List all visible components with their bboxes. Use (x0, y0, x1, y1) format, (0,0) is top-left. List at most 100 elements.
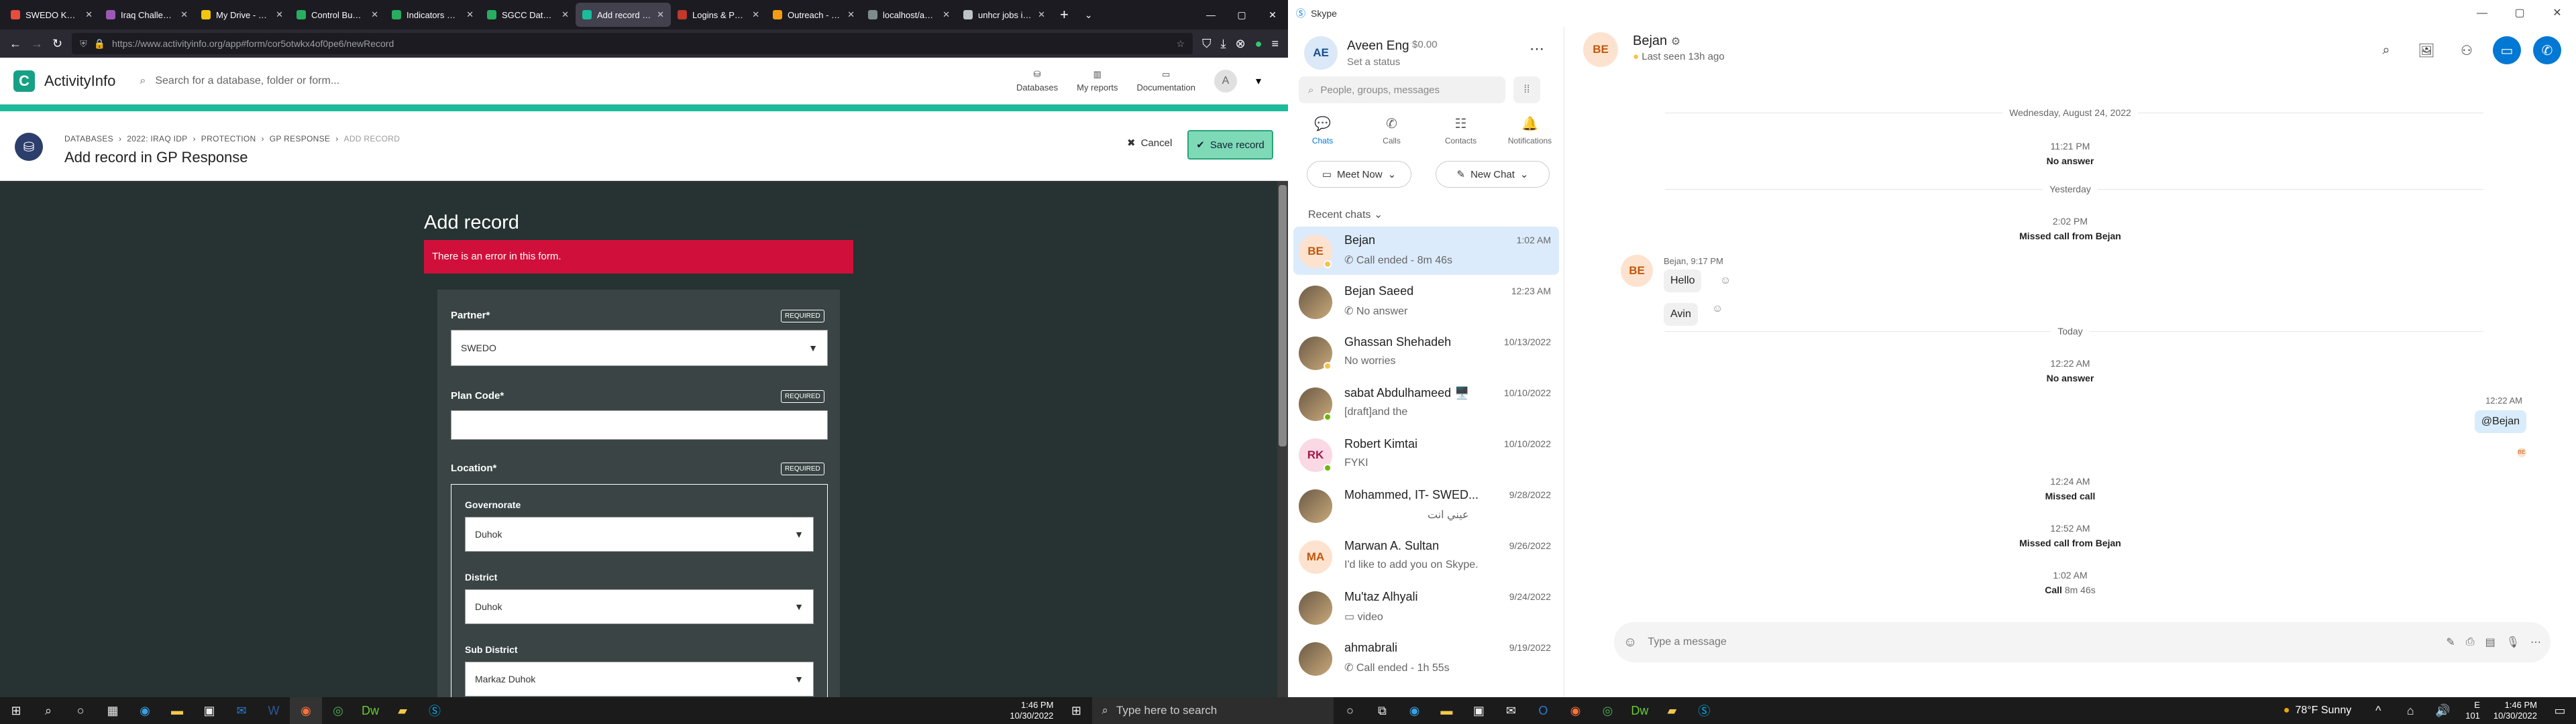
menu-icon[interactable]: ≡ (1271, 37, 1279, 51)
chat-item[interactable]: MA Marwan A. Sultan I'd like to add you … (1293, 532, 1559, 581)
extension-green-icon[interactable]: ● (1255, 37, 1263, 51)
calendar-app-icon[interactable]: ▣ (1462, 697, 1495, 724)
message-input[interactable]: Type a message (1648, 636, 2435, 648)
file-explorer-icon[interactable]: ▬ (1430, 697, 1462, 724)
browser-tab[interactable]: SGCC Database✕ (480, 3, 576, 27)
browser-tab[interactable]: unhcr jobs iraq ✕ (957, 3, 1052, 27)
browser-tab[interactable]: Indicators Plan ✕ (385, 3, 480, 27)
clock-left[interactable]: 1:46 PM 10/30/2022 (1003, 700, 1060, 721)
browser-tab[interactable]: Iraq Challenges✕ (99, 3, 195, 27)
weather-widget[interactable]: ● 78°F Sunny (2273, 705, 2362, 717)
file-explorer-icon[interactable]: ▬ (161, 697, 193, 724)
notification-icon[interactable]: ▭ (2544, 697, 2576, 724)
address-bar[interactable]: ⛨ 🔒 https://www.activityinfo.org/app#for… (72, 33, 1193, 54)
chrome-icon[interactable]: ◎ (1591, 697, 1623, 724)
close-icon[interactable]: ✕ (466, 9, 474, 20)
browser-tab[interactable]: Control Budget ✕ (290, 3, 385, 27)
calendar-app-icon[interactable]: ▣ (193, 697, 225, 724)
tab-calls[interactable]: ✆ Calls (1357, 115, 1426, 157)
word-icon[interactable]: W (258, 697, 290, 724)
dreamweaver-icon[interactable]: Dw (354, 697, 386, 724)
partner-select[interactable]: SWEDO ▼ (451, 330, 828, 366)
meet-now-button[interactable]: ▭ Meet Now ⌄ (1307, 161, 1411, 188)
bookmark-star-icon[interactable]: ☆ (1176, 38, 1185, 50)
firefox-icon[interactable]: ◉ (1559, 697, 1591, 724)
maximize-icon[interactable]: ▢ (2501, 0, 2538, 27)
breadcrumb-form[interactable]: GP RESPONSE (270, 134, 330, 143)
task-view-icon[interactable]: ⧉ (1366, 697, 1398, 724)
chat-item[interactable]: sabat Abdulhameed 🖥️ [draft]and the 10/1… (1293, 379, 1559, 428)
chat-item[interactable]: BE Bejan ✆ Call ended - 8m 46s 1:02 AM (1293, 227, 1559, 275)
tab-contacts[interactable]: ☷ Contacts (1426, 115, 1495, 157)
dialpad-button[interactable]: ⁞⁞ (1513, 76, 1540, 103)
breadcrumb-database[interactable]: 2022: IRAQ IDP (127, 134, 187, 143)
contact-name[interactable]: Bejan ⚙ (1633, 34, 1680, 49)
tab-chats[interactable]: 💬 Chats (1288, 115, 1357, 157)
back-icon[interactable]: ← (9, 37, 21, 51)
video-call-button[interactable]: ▭ (2493, 36, 2521, 64)
app-search[interactable]: ⌕ Search for a database, folder or form.… (140, 75, 945, 87)
search-input[interactable]: Search for a database, folder or form... (155, 75, 339, 87)
volume-icon[interactable]: 🔊 (2426, 697, 2459, 724)
recent-chats-header[interactable]: Recent chats ⌄ (1308, 208, 1383, 221)
new-tab-icon[interactable]: + (1052, 6, 1077, 23)
set-status-link[interactable]: Set a status (1347, 56, 1400, 68)
tray-chevron-icon[interactable]: ^ (2362, 697, 2394, 724)
skype-icon[interactable]: Ⓢ (419, 697, 451, 724)
message-bubble[interactable]: Avin (1664, 303, 1698, 326)
format-icon[interactable]: ✎ (2446, 636, 2455, 649)
reload-icon[interactable]: ↻ (52, 37, 62, 51)
network-icon[interactable]: ⌂ (2394, 697, 2426, 724)
plan-code-input[interactable] (451, 410, 828, 440)
dreamweaver-icon[interactable]: Dw (1623, 697, 1656, 724)
people-search[interactable]: ⌕ People, groups, messages (1299, 76, 1505, 103)
minimize-icon[interactable]: — (1195, 9, 1226, 20)
task-view-icon[interactable]: ○ (64, 697, 97, 724)
extension-icon[interactable]: ⊗ (1236, 37, 1246, 51)
cortana-icon[interactable]: ○ (1334, 697, 1366, 724)
close-icon[interactable]: ✕ (276, 9, 283, 20)
chrome-icon[interactable]: ◎ (322, 697, 354, 724)
activityinfo-logo[interactable]: C (13, 70, 35, 92)
user-avatar[interactable]: AE (1304, 36, 1338, 70)
close-icon[interactable]: ✕ (371, 9, 378, 20)
subdistrict-select[interactable]: Markaz Duhok ▼ (465, 662, 814, 697)
taskbar-search[interactable]: ⌕ Type here to search (1092, 697, 1334, 724)
close-icon[interactable]: ✕ (752, 9, 759, 20)
maximize-icon[interactable]: ▢ (1226, 9, 1257, 21)
forward-icon[interactable]: → (31, 37, 43, 51)
chat-item[interactable]: Bejan Saeed ✆ No answer 12:23 AM (1293, 278, 1559, 326)
nav-documentation[interactable]: ▭ Documentation (1137, 69, 1195, 93)
search-icon[interactable]: ⌕ (2372, 36, 2400, 64)
close-icon[interactable]: ✕ (847, 9, 855, 20)
close-icon[interactable]: ✕ (85, 9, 93, 20)
save-record-button[interactable]: ✔ Save record (1187, 130, 1273, 160)
browser-tab[interactable]: localhost/activityin✕ (861, 3, 957, 27)
scrollbar-thumb[interactable] (1279, 185, 1287, 446)
browser-tab[interactable]: Logins & Passw✕ (671, 3, 766, 27)
attach-file-icon[interactable]: ⎙ (2466, 636, 2475, 648)
district-select[interactable]: Duhok ▼ (465, 589, 814, 624)
close-icon[interactable]: ✕ (943, 9, 950, 20)
emoji-icon[interactable]: ☺ (1623, 635, 1637, 650)
mail-icon[interactable]: ✉ (1495, 697, 1527, 724)
user-name[interactable]: Aveen Eng (1347, 39, 1409, 54)
contact-avatar[interactable]: BE (1583, 32, 1618, 67)
breadcrumb-folder[interactable]: PROTECTION (201, 134, 256, 143)
close-icon[interactable]: ✕ (180, 9, 188, 20)
language-indicator[interactable]: E 101 (2459, 700, 2487, 721)
chat-item[interactable]: ahmabrali ✆ Call ended - 1h 55s 9/19/202… (1293, 634, 1559, 682)
close-window-icon[interactable]: ✕ (1257, 9, 1288, 21)
clock-right[interactable]: 1:46 PM 10/30/2022 (2487, 700, 2544, 721)
search-icon[interactable]: ⌕ (32, 697, 64, 724)
audio-call-button[interactable]: ✆ (2533, 36, 2561, 64)
browser-tab[interactable]: Outreach - Pow✕ (766, 3, 861, 27)
firefox-icon[interactable]: ◉ (290, 697, 322, 724)
search-input[interactable]: People, groups, messages (1320, 84, 1440, 96)
governorate-select[interactable]: Duhok ▼ (465, 517, 814, 552)
gallery-icon[interactable]: 🖼 (2412, 36, 2440, 64)
user-avatar[interactable]: A (1214, 69, 1237, 93)
skype-icon[interactable]: Ⓢ (1688, 697, 1720, 724)
new-chat-button[interactable]: ✎ New Chat ⌄ (1436, 161, 1550, 188)
chevron-down-icon[interactable]: ▾ (1256, 74, 1261, 88)
